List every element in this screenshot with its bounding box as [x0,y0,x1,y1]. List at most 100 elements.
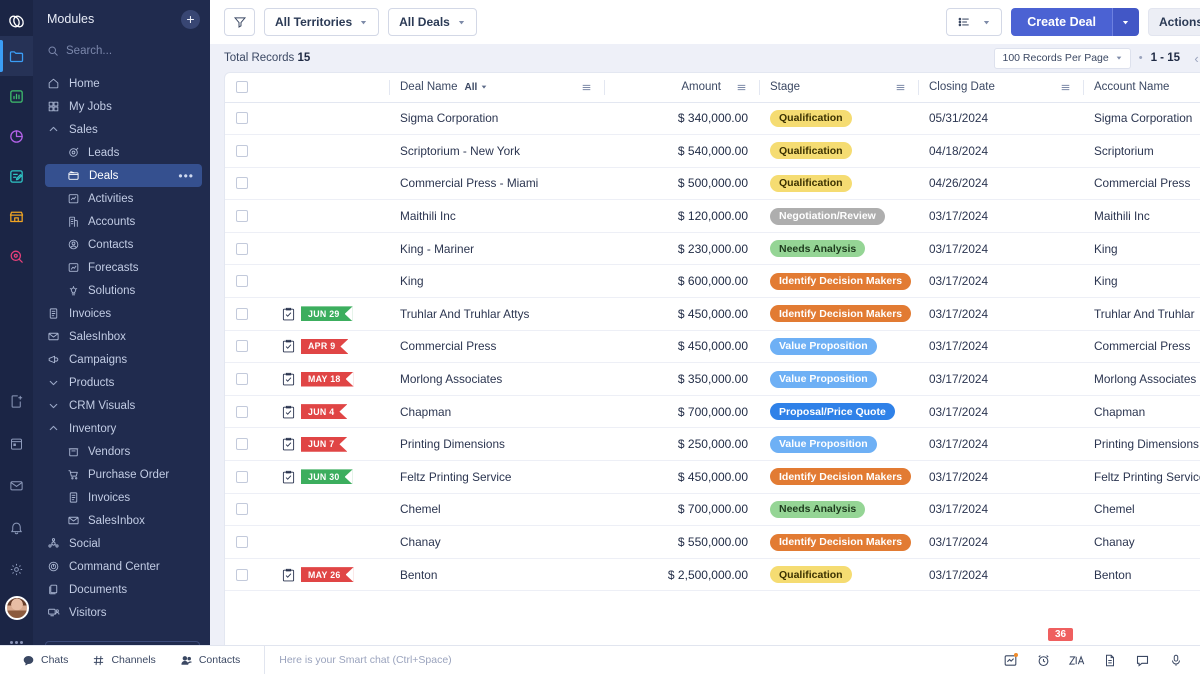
row-checkbox[interactable] [236,275,248,287]
previous-page-button[interactable]: ‹ [1188,51,1200,66]
new-doc-icon[interactable] [0,380,33,422]
sidebar-item-inventory[interactable]: Inventory [33,417,210,440]
create-deal-dropdown-button[interactable] [1112,8,1139,36]
row-checkbox[interactable] [236,112,248,124]
chevron-up-icon[interactable] [47,123,60,136]
row-checkbox[interactable] [236,340,248,352]
closing-date-header[interactable]: Closing Date [918,73,1083,102]
amount-column-menu-icon[interactable] [735,81,748,94]
bottom-bar-contacts[interactable]: Contacts [168,654,252,667]
account-name-cell[interactable]: Chemel [1083,493,1200,526]
deal-name-cell[interactable]: Chapman [389,395,604,428]
row-checkbox[interactable] [236,536,248,548]
table-row[interactable]: JUN 4Chapman$ 700,000.00Proposal/Price Q… [225,395,1200,428]
account-name-cell[interactable]: Maithili Inc [1083,200,1200,233]
sidebar-item-forecasts[interactable]: Forecasts [33,256,210,279]
due-date-flag[interactable]: JUN 7 [282,437,378,452]
table-row[interactable]: King - Mariner$ 230,000.00Needs Analysis… [225,232,1200,265]
sidebar-item-deals[interactable]: Deals••• [45,164,202,187]
rail-chart-icon[interactable] [0,76,33,116]
table-row[interactable]: JUN 29Truhlar And Truhlar Attys$ 450,000… [225,298,1200,331]
table-row[interactable]: Chanay$ 550,000.00Identify Decision Make… [225,526,1200,559]
sidebar-item-accounts[interactable]: Accounts [33,210,210,233]
row-checkbox[interactable] [236,471,248,483]
sidebar-item-salesinbox[interactable]: SalesInbox [33,509,210,532]
due-date-flag[interactable]: JUN 30 [282,469,378,484]
account-name-cell[interactable]: Chapman [1083,395,1200,428]
deal-name-cell[interactable]: Sigma Corporation [389,102,604,135]
microphone-icon[interactable] [1161,646,1190,674]
table-row[interactable]: Chemel$ 700,000.00Needs Analysis03/17/20… [225,493,1200,526]
deal-name-cell[interactable]: Commercial Press - Miami [389,167,604,200]
chevron-up-icon[interactable] [47,422,60,435]
row-checkbox[interactable] [236,145,248,157]
row-checkbox[interactable] [236,177,248,189]
actions-button[interactable]: Actions [1148,8,1200,36]
account-name-header[interactable]: Account Name [1083,73,1200,102]
sidebar-item-social[interactable]: Social [33,532,210,555]
deal-name-cell[interactable]: Feltz Printing Service [389,461,604,494]
envelope-icon[interactable] [0,464,33,506]
rail-folder-icon[interactable] [0,36,33,76]
deal-name-cell[interactable]: Commercial Press [389,330,604,363]
sidebar-item-contacts[interactable]: Contacts [33,233,210,256]
due-date-flag[interactable]: MAY 18 [282,372,378,387]
sidebar-item-vendors[interactable]: Vendors [33,440,210,463]
rail-pie-icon[interactable] [0,116,33,156]
rail-search-icon[interactable] [0,236,33,276]
account-name-cell[interactable]: Chanay [1083,526,1200,559]
analytics-icon[interactable] [996,646,1025,674]
account-name-cell[interactable]: Scriptorium [1083,135,1200,168]
row-checkbox[interactable] [236,406,248,418]
row-checkbox[interactable] [236,243,248,255]
rail-notes-icon[interactable] [0,156,33,196]
row-checkbox[interactable] [236,569,248,581]
bell-icon[interactable] [0,506,33,548]
rail-store-icon[interactable] [0,196,33,236]
table-row[interactable]: King$ 600,000.00Identify Decision Makers… [225,265,1200,298]
table-row[interactable]: JUN 7Printing Dimensions$ 250,000.00Valu… [225,428,1200,461]
deal-name-cell[interactable]: Chemel [389,493,604,526]
sidebar-item-activities[interactable]: Activities [33,187,210,210]
due-date-flag[interactable]: APR 9 [282,339,378,354]
deals-filter-dropdown[interactable]: All Deals [388,8,477,36]
sidebar-item-crm-visuals[interactable]: CRM Visuals [33,394,210,417]
account-name-cell[interactable]: King [1083,265,1200,298]
create-deal-button[interactable]: Create Deal [1011,8,1112,36]
smart-chat-input[interactable]: Here is your Smart chat (Ctrl+Space) [264,646,451,674]
row-checkbox[interactable] [236,438,248,450]
account-name-cell[interactable]: King [1083,232,1200,265]
filter-button[interactable] [224,8,255,36]
sidebar-item-home[interactable]: Home [33,72,210,95]
sidebar-search[interactable]: Search... [47,38,200,64]
deals-more-options[interactable]: ••• [178,169,194,183]
table-row[interactable]: JUN 30Feltz Printing Service$ 450,000.00… [225,461,1200,494]
chevron-down-icon[interactable] [47,376,60,389]
create-deal-split-button[interactable]: Create Deal [1011,8,1139,36]
stage-header[interactable]: Stage [759,73,918,102]
app-logo-icon[interactable] [0,6,33,36]
deal-name-cell[interactable]: Scriptorium - New York [389,135,604,168]
sidebar-item-invoices[interactable]: Invoices [33,302,210,325]
add-module-button[interactable]: + [181,10,200,29]
document-icon[interactable] [1095,646,1124,674]
deal-name-cell[interactable]: Truhlar And Truhlar Attys [389,298,604,331]
chevron-down-icon[interactable] [47,399,60,412]
row-checkbox[interactable] [236,373,248,385]
account-name-cell[interactable]: Truhlar And Truhlar [1083,298,1200,331]
deal-name-cell[interactable]: Maithili Inc [389,200,604,233]
deal-name-filter-dropdown[interactable]: All [465,82,489,93]
deal-name-cell[interactable]: King [389,265,604,298]
sidebar-item-my-jobs[interactable]: My Jobs [33,95,210,118]
sidebar-item-sales[interactable]: Sales [33,118,210,141]
table-row[interactable]: Maithili Inc$ 120,000.00Negotiation/Revi… [225,200,1200,233]
deal-name-column-menu-icon[interactable] [580,81,593,94]
sidebar-item-purchase-order[interactable]: Purchase Order [33,463,210,486]
table-row[interactable]: Sigma Corporation$ 340,000.00Qualificati… [225,102,1200,135]
territories-dropdown[interactable]: All Territories [264,8,379,36]
row-checkbox[interactable] [236,503,248,515]
due-date-flag[interactable]: JUN 4 [282,404,378,419]
account-name-cell[interactable]: Sigma Corporation [1083,102,1200,135]
avatar[interactable] [5,596,29,620]
sidebar-item-salesinbox[interactable]: SalesInbox [33,325,210,348]
